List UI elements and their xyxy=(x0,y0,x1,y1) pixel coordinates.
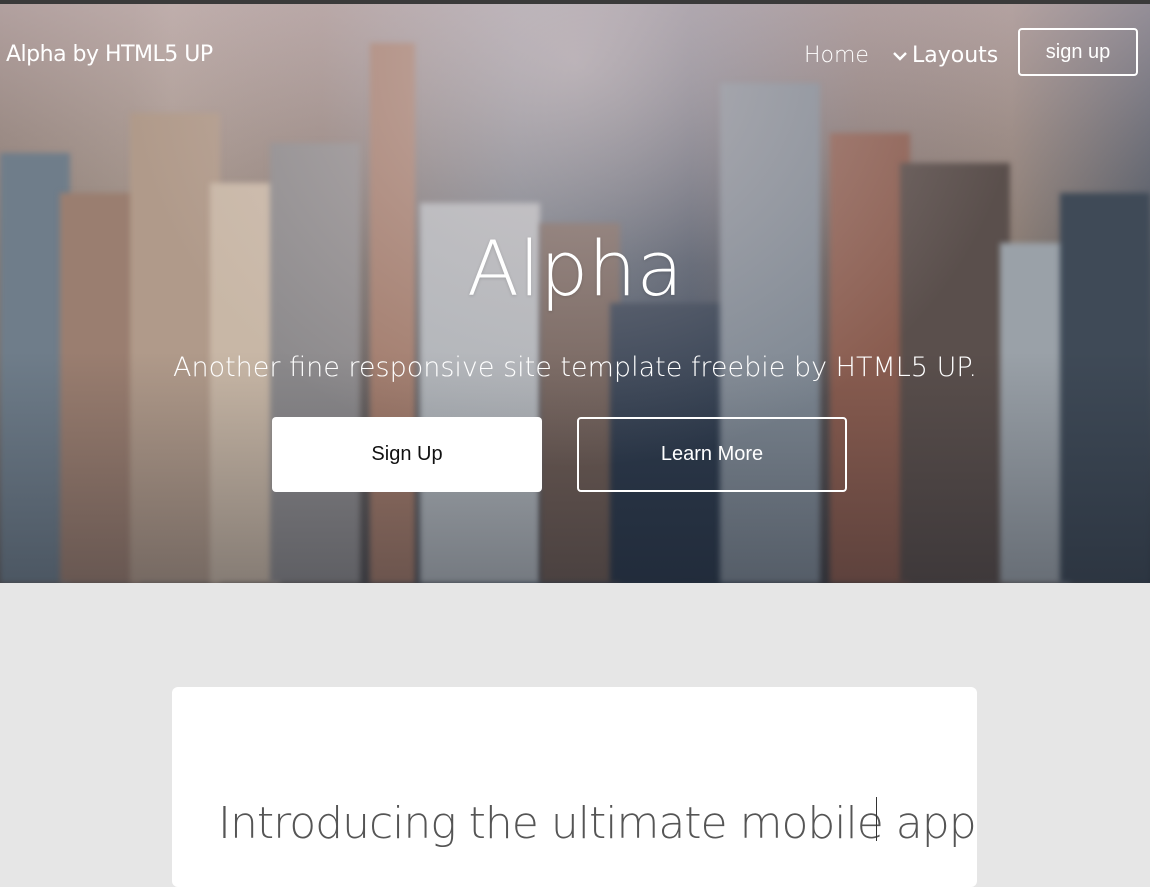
hero-subtitle: Another fine responsive site template fr… xyxy=(172,352,977,383)
signup-button[interactable]: Sign Up xyxy=(272,417,542,492)
card-title: Introducing the ultimate mobile app xyxy=(218,798,977,849)
hero-title: Alpha xyxy=(466,224,684,313)
text-cursor xyxy=(876,797,877,841)
nav-signup-button[interactable]: sign up xyxy=(1018,28,1138,76)
content-card xyxy=(172,687,977,887)
site-header: Alpha by HTML5 UP Home Layouts sign up xyxy=(0,4,1150,104)
chevron-down-icon xyxy=(893,51,907,61)
nav-home-link[interactable]: Home xyxy=(804,43,869,68)
nav-layouts-dropdown[interactable]: Layouts xyxy=(892,43,998,68)
nav-layouts-label: Layouts xyxy=(912,43,999,68)
learn-more-button[interactable]: Learn More xyxy=(577,417,847,492)
site-brand[interactable]: Alpha by HTML5 UP xyxy=(6,42,213,67)
